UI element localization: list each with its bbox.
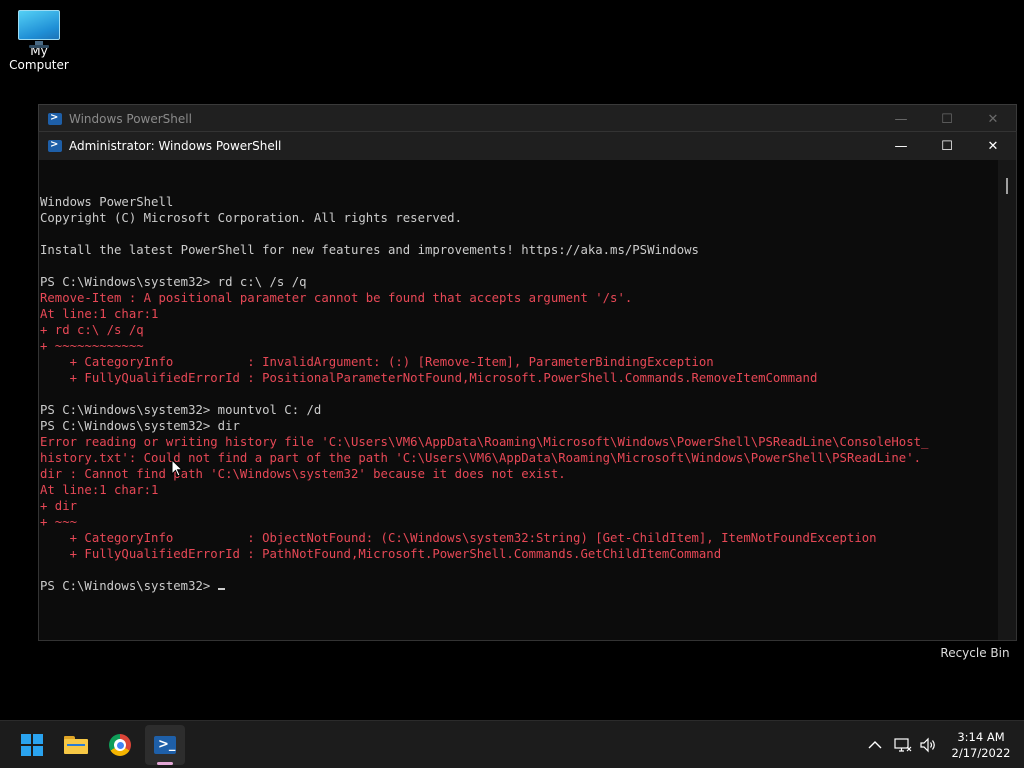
- mouse-pointer-icon: [171, 459, 183, 477]
- powershell-icon: >: [48, 112, 62, 125]
- main-window-title: Administrator: Windows PowerShell: [69, 139, 282, 153]
- terminal-output[interactable]: Windows PowerShell Copyright (C) Microsof…: [39, 160, 998, 640]
- main-window-titlebar[interactable]: > Administrator: Windows PowerShell — ☐ …: [39, 132, 1016, 160]
- file-explorer-button[interactable]: [56, 725, 96, 765]
- recycle-bin-label: Recycle Bin: [940, 646, 1010, 660]
- volume-icon: [920, 737, 935, 753]
- terminal-error-line: + CategoryInfo : InvalidArgument: (:) [R…: [40, 355, 714, 369]
- terminal-line: PS C:\Windows\system32> dir: [40, 419, 240, 433]
- terminal-error-line: history.txt': Could not find a part of t…: [40, 451, 921, 465]
- file-explorer-icon: [64, 736, 88, 754]
- background-window-title: Windows PowerShell: [69, 112, 192, 126]
- start-button[interactable]: [12, 725, 52, 765]
- terminal-error-line: dir : Cannot find path 'C:\Windows\syste…: [40, 467, 566, 481]
- terminal-line: Install the latest PowerShell for new fe…: [40, 243, 699, 257]
- prompt-text: PS C:\Windows\system32>: [40, 579, 218, 593]
- minimize-button[interactable]: —: [878, 132, 924, 160]
- windows-start-icon: [21, 734, 43, 756]
- terminal-error-line: At line:1 char:1: [40, 307, 159, 321]
- terminal-line: Copyright (C) Microsoft Corporation. All…: [40, 211, 462, 225]
- chrome-button[interactable]: [100, 725, 140, 765]
- terminal-error-line: + CategoryInfo : ObjectNotFound: (C:\Win…: [40, 531, 877, 545]
- terminal-line: Windows PowerShell: [40, 195, 174, 209]
- text-cursor: [217, 588, 225, 590]
- chrome-icon: [109, 734, 131, 756]
- clock-time: 3:14 AM: [957, 730, 1005, 744]
- terminal-error-line: At line:1 char:1: [40, 483, 159, 497]
- terminal-error-line: + ~~~~~~~~~~~~: [40, 339, 144, 353]
- terminal-error-line: Remove-Item : A positional parameter can…: [40, 291, 633, 305]
- terminal-error-line: + FullyQualifiedErrorId : PositionalPara…: [40, 371, 818, 385]
- network-button[interactable]: [893, 735, 913, 755]
- network-icon: [894, 738, 912, 752]
- terminal-line: PS C:\Windows\system32> rd c:\ /s /q: [40, 275, 307, 289]
- background-window-titlebar[interactable]: > Windows PowerShell — ☐ ✕: [39, 105, 1016, 133]
- clock-date: 2/17/2022: [951, 746, 1011, 760]
- close-button[interactable]: ✕: [970, 132, 1016, 160]
- my-computer-desktop-icon[interactable]: My Computer: [0, 8, 78, 72]
- terminal-error-line: Error reading or writing history file 'C…: [40, 435, 929, 449]
- recycle-bin-desktop-icon[interactable]: Recycle Bin: [940, 646, 1010, 660]
- active-app-indicator: [157, 762, 173, 765]
- powershell-taskbar-button[interactable]: >_: [145, 725, 185, 765]
- maximize-button[interactable]: ☐: [924, 105, 970, 133]
- powershell-icon: >_: [154, 736, 176, 754]
- maximize-button[interactable]: ☐: [924, 132, 970, 160]
- minimize-button[interactable]: —: [878, 105, 924, 133]
- close-button[interactable]: ✕: [970, 105, 1016, 133]
- my-computer-label: My Computer: [9, 44, 69, 72]
- terminal-error-line: + rd c:\ /s /q: [40, 323, 144, 337]
- vertical-scrollbar[interactable]: [998, 160, 1016, 640]
- powershell-icon: >: [48, 139, 62, 152]
- system-clock[interactable]: 3:14 AM 2/17/2022: [944, 729, 1018, 761]
- monitor-icon: [17, 8, 61, 48]
- terminal-line: PS C:\Windows\system32> mountvol C: /d: [40, 403, 322, 417]
- terminal-error-line: + dir: [40, 499, 78, 513]
- admin-powershell-window[interactable]: > Administrator: Windows PowerShell — ☐ …: [38, 131, 1017, 641]
- chevron-up-icon: [868, 741, 882, 749]
- taskbar: >_ 3:14 AM 2/17/2022: [0, 720, 1024, 768]
- prompt-line[interactable]: PS C:\Windows\system32>: [40, 578, 998, 594]
- terminal-error-line: + FullyQualifiedErrorId : PathNotFound,M…: [40, 547, 722, 561]
- scrollbar-thumb[interactable]: [1006, 178, 1008, 194]
- show-hidden-icons-button[interactable]: [866, 735, 884, 755]
- terminal-error-line: + ~~~: [40, 515, 78, 529]
- volume-button[interactable]: [918, 735, 938, 755]
